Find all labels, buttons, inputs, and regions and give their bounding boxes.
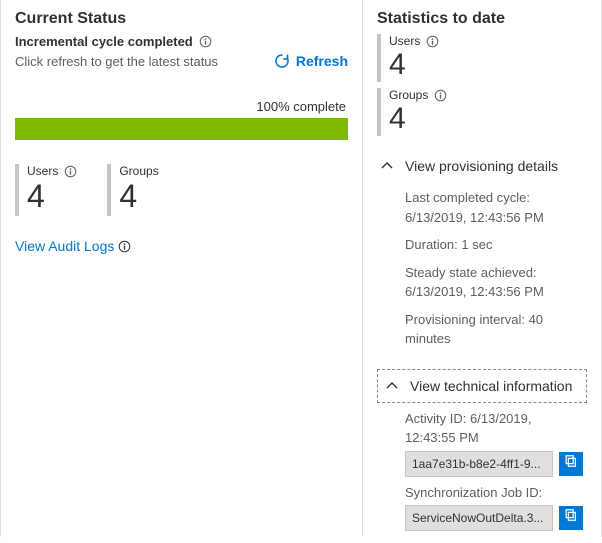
last-cycle-value: 6/13/2019, 12:43:56 PM [405, 210, 544, 225]
last-cycle-label: Last completed cycle: [405, 190, 530, 205]
statistics-panel: Statistics to date Users 4 [363, 0, 601, 537]
stat-users-value: 4 [389, 50, 439, 80]
stat-groups: Groups 4 [377, 88, 587, 136]
progress-bar [15, 118, 348, 140]
statistics-title: Statistics to date [377, 10, 587, 28]
stat-users: Users 4 [377, 34, 587, 82]
duration-value: 1 sec [461, 237, 492, 252]
duration-label: Duration: [405, 237, 458, 252]
view-audit-logs-link[interactable]: View Audit Logs [15, 238, 131, 254]
current-status-title: Current Status [15, 10, 348, 28]
current-status-panel: Current Status Incremental cycle complet… [1, 0, 363, 537]
stat-groups: Groups 4 [107, 164, 158, 216]
copy-icon [564, 454, 578, 474]
sync-job-label: Synchronization Job ID: [405, 483, 583, 503]
stat-bar [377, 88, 381, 136]
expander-provisioning-label: View provisioning details [405, 158, 558, 174]
stat-users-value: 4 [27, 180, 77, 212]
provisioning-details: Last completed cycle: 6/13/2019, 12:43:5… [377, 182, 587, 363]
info-icon[interactable] [199, 35, 212, 48]
cycle-status-row: Incremental cycle completed [15, 34, 348, 49]
technical-details: Activity ID: 6/13/2019, 12:43:55 PM 1aa7… [377, 403, 587, 543]
stat-groups-label: Groups [119, 164, 158, 178]
steady-value: 6/13/2019, 12:43:56 PM [405, 284, 544, 299]
sync-job-value[interactable]: ServiceNowOutDelta.3... [405, 505, 553, 531]
stat-groups-value: 4 [389, 104, 447, 134]
stat-bar [377, 34, 381, 82]
interval-label: Provisioning interval: [405, 312, 525, 327]
chevron-up-icon [386, 380, 398, 392]
chevron-up-icon [381, 160, 393, 172]
refresh-label: Refresh [296, 53, 348, 69]
expander-technical-info[interactable]: View technical information [377, 369, 587, 403]
copy-activity-id-button[interactable] [559, 452, 583, 476]
activity-id-label: Activity ID: [405, 411, 466, 426]
stat-users: Users 4 [15, 164, 77, 216]
stat-groups-value: 4 [119, 180, 158, 212]
info-icon[interactable] [64, 165, 77, 178]
refresh-icon [274, 53, 290, 69]
expander-provisioning-details[interactable]: View provisioning details [377, 150, 587, 182]
info-icon[interactable] [426, 35, 439, 48]
view-audit-logs-label: View Audit Logs [15, 238, 114, 254]
activity-id-value[interactable]: 1aa7e31b-b8e2-4ff1-9... [405, 451, 553, 477]
stat-bar [107, 164, 111, 216]
progress-label: 100% complete [15, 99, 348, 114]
stat-bar [15, 164, 19, 216]
info-icon[interactable] [434, 89, 447, 102]
cycle-status-text: Incremental cycle completed [15, 34, 193, 49]
stat-groups-label: Groups [389, 88, 428, 102]
stat-users-label: Users [27, 164, 58, 178]
refresh-hint: Click refresh to get the latest status [15, 54, 218, 69]
info-icon[interactable] [118, 240, 131, 253]
stat-users-label: Users [389, 34, 420, 48]
refresh-button[interactable]: Refresh [274, 53, 348, 69]
copy-sync-job-button[interactable] [559, 506, 583, 530]
copy-icon [564, 508, 578, 528]
expander-technical-label: View technical information [410, 378, 572, 394]
steady-label: Steady state achieved: [405, 265, 537, 280]
